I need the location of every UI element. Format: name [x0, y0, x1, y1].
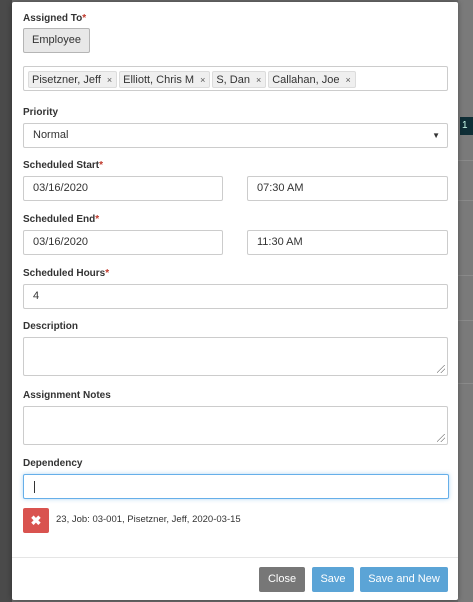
background-divider [458, 160, 473, 161]
assignment-notes-label: Assignment Notes [23, 390, 111, 401]
priority-label: Priority [23, 107, 59, 118]
scheduled-start-date-input[interactable]: 03/16/2020 [23, 176, 223, 201]
scheduled-hours-input[interactable]: 4 [23, 284, 448, 309]
scheduled-end-label: Scheduled End* [23, 214, 100, 225]
remove-tag-icon[interactable]: × [256, 75, 261, 85]
scheduled-start-label: Scheduled Start* [23, 160, 104, 171]
dependency-item-text: 23, Job: 03-001, Pisetzner, Jeff, 2020-0… [56, 514, 241, 525]
assignment-modal: Assigned To* Employee Pisetzner, Jeff × El… [12, 2, 458, 600]
description-textarea[interactable] [23, 337, 448, 376]
assignment-notes-textarea[interactable] [23, 406, 448, 445]
footer-divider [12, 557, 458, 558]
required-mark: * [95, 214, 100, 225]
scheduled-end-date-input[interactable]: 03/16/2020 [23, 230, 223, 255]
resize-grip-icon[interactable] [437, 434, 445, 442]
remove-tag-icon[interactable]: × [346, 75, 351, 85]
backdrop-left-edge [0, 0, 12, 602]
backdrop-right [458, 0, 473, 602]
background-divider [458, 275, 473, 276]
background-divider [458, 200, 473, 201]
background-divider [458, 320, 473, 321]
assignee-tag: Elliott, Chris M × [119, 71, 211, 88]
remove-tag-icon[interactable]: × [107, 75, 112, 85]
required-mark: * [82, 13, 87, 24]
background-tab-badge: 1 [460, 117, 473, 135]
assignee-tag: Pisetzner, Jeff × [28, 71, 118, 88]
remove-dependency-button[interactable]: ✖ [23, 508, 49, 533]
background-divider [458, 383, 473, 384]
required-mark: * [105, 268, 110, 279]
resize-grip-icon[interactable] [437, 365, 445, 373]
assigned-to-tag-input[interactable]: Pisetzner, Jeff × Elliott, Chris M × S, Dan ×… [23, 66, 448, 91]
remove-tag-icon[interactable]: × [200, 75, 205, 85]
close-button[interactable]: Close [259, 567, 305, 592]
save-and-new-button[interactable]: Save and New [360, 567, 448, 592]
save-button[interactable]: Save [312, 567, 354, 592]
description-label: Description [23, 321, 79, 332]
assignee-tag: Callahan, Joe × [268, 71, 356, 88]
chevron-down-icon: ▼ [432, 131, 440, 140]
priority-select[interactable]: Normal ▼ [23, 123, 448, 148]
assigned-to-label: Assigned To* [23, 13, 87, 24]
dependency-search-input[interactable] [23, 474, 449, 499]
priority-selected-value: Normal [33, 129, 69, 141]
dependency-label: Dependency [23, 458, 83, 469]
employee-mode-button[interactable]: Employee [23, 28, 90, 53]
scheduled-start-time-input[interactable]: 07:30 AM [247, 176, 448, 201]
scheduled-hours-label: Scheduled Hours* [23, 268, 110, 279]
required-mark: * [99, 160, 104, 171]
text-cursor [34, 481, 35, 493]
assignee-tag: S, Dan × [212, 71, 267, 88]
scheduled-end-time-input[interactable]: 11:30 AM [247, 230, 448, 255]
